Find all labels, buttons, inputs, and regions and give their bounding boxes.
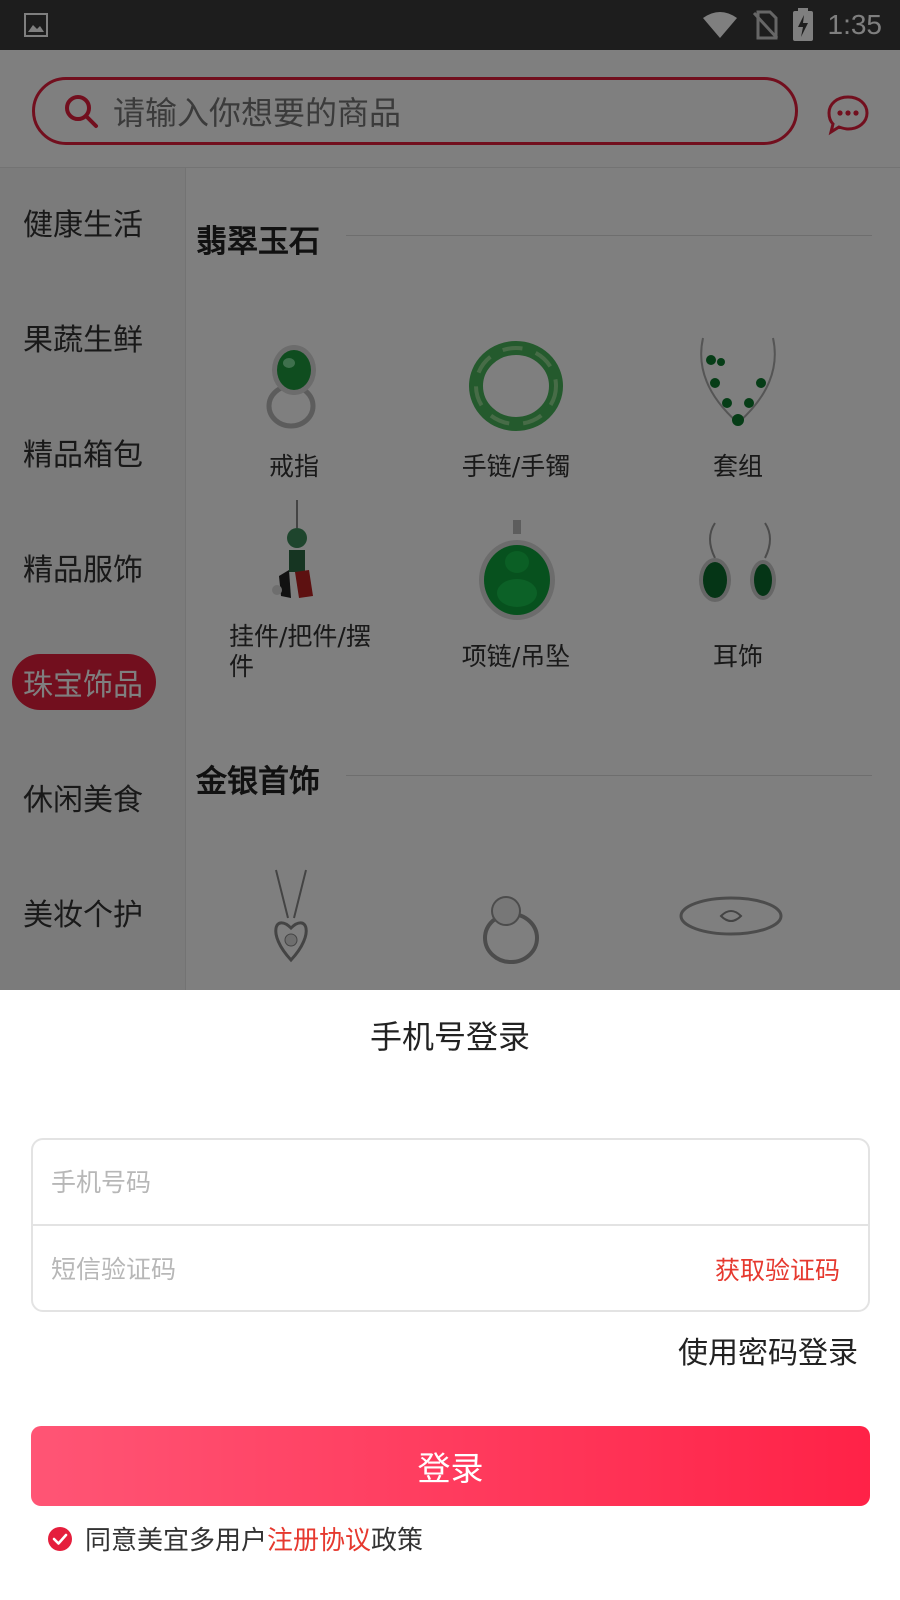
phone-number-input[interactable] bbox=[51, 1167, 571, 1197]
modal-overlay[interactable] bbox=[0, 0, 900, 990]
password-login-link[interactable]: 使用密码登录 bbox=[678, 1328, 858, 1372]
sms-code-input[interactable] bbox=[51, 1254, 571, 1284]
phone-field-row bbox=[33, 1140, 868, 1226]
get-code-button[interactable]: 获取验证码 bbox=[715, 1251, 840, 1287]
agreement-suffix: 政策 bbox=[371, 1526, 424, 1556]
checkbox-checked-icon[interactable] bbox=[47, 1526, 73, 1552]
login-form: 获取验证码 bbox=[31, 1138, 870, 1312]
sms-code-field-row: 获取验证码 bbox=[33, 1226, 868, 1312]
agreement-row: 同意美宜多用户 注册协议 政策 bbox=[47, 1520, 423, 1557]
agreement-text: 同意美宜多用户 bbox=[85, 1526, 268, 1556]
login-button[interactable]: 登录 bbox=[31, 1426, 870, 1506]
register-agreement-link[interactable]: 注册协议 bbox=[267, 1520, 371, 1557]
login-sheet: 手机号登录 获取验证码 使用密码登录 登录 同意美宜多用户 注册协议 政策 bbox=[0, 990, 900, 1600]
sheet-title: 手机号登录 bbox=[369, 1018, 530, 1056]
